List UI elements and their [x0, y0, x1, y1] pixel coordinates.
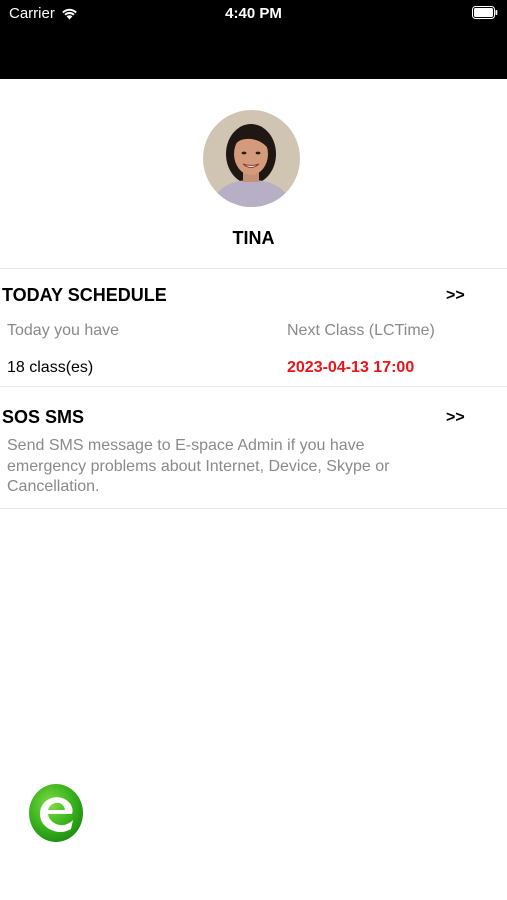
today-schedule-chevron[interactable]: >>: [446, 287, 465, 305]
divider: [0, 508, 507, 509]
sos-sms-chevron[interactable]: >>: [446, 409, 465, 427]
espace-logo-icon: [29, 784, 83, 842]
avatar[interactable]: [203, 110, 300, 207]
status-bar: Carrier 4:40 PM: [0, 0, 507, 79]
next-class-label: Next Class (LCTime): [287, 322, 435, 339]
sos-sms-title: SOS SMS: [2, 407, 85, 427]
divider: [0, 268, 507, 269]
today-label: Today you have: [7, 322, 120, 339]
battery-icon: [472, 6, 498, 19]
class-count-value: 18 class(es): [7, 359, 94, 376]
avatar-photo: [203, 110, 300, 207]
next-class-value: 2023-04-13 17:00: [287, 359, 415, 376]
status-time: 4:40 PM: [225, 5, 282, 22]
profile-name: TINA: [232, 228, 275, 248]
today-schedule-title: TODAY SCHEDULE: [2, 285, 167, 305]
divider: [0, 386, 507, 387]
profile-section: TINA: [0, 79, 507, 268]
sos-sms-description: Send SMS message to E-space Admin if you…: [7, 437, 390, 495]
